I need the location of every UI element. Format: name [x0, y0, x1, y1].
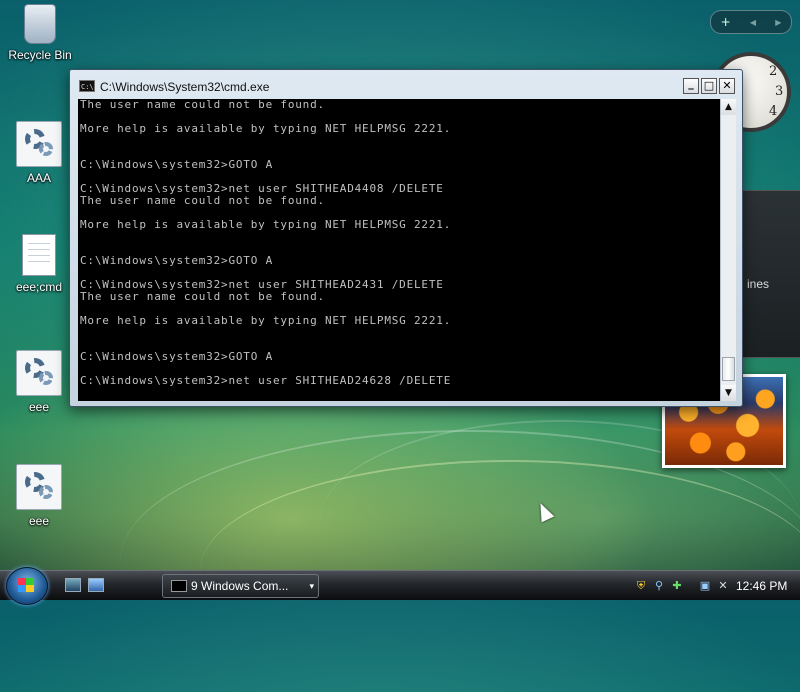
window-titlebar[interactable]: C:\ C:\Windows\System32\cmd.exe _ □ ✕: [70, 70, 742, 98]
desktop-icon-eee-cmd[interactable]: eee;cmd: [4, 234, 74, 294]
console-line: C:\Windows\system32>net user SHITHEAD246…: [80, 374, 452, 387]
feed-label: ines: [747, 277, 770, 291]
previous-page-icon[interactable]: ◀: [750, 18, 756, 27]
feed-headlines-gadget[interactable]: ines: [742, 190, 800, 358]
console-line: More help is available by typing NET HEL…: [80, 218, 452, 231]
next-page-icon[interactable]: ▶: [775, 18, 781, 27]
clock-number: 3: [775, 84, 784, 99]
gear-file-icon: [16, 350, 62, 396]
taskbar-clock[interactable]: 12:46 PM: [736, 579, 787, 593]
window-title: C:\Windows\System32\cmd.exe: [100, 80, 270, 94]
clock-number: 2: [769, 64, 778, 79]
switch-windows-icon[interactable]: [88, 578, 104, 592]
chevron-down-icon: ▾: [309, 581, 314, 591]
sidebar-controls: + ◀ ▶: [710, 10, 792, 34]
console-line: C:\Windows\system32>GOTO A: [80, 158, 273, 171]
desktop-icon-aaa[interactable]: AAA: [4, 121, 74, 185]
desktop-icon-label: eee;cmd: [15, 280, 63, 294]
security-shield-icon[interactable]: ⛨: [634, 579, 648, 593]
volume-muted-icon[interactable]: ✕: [716, 579, 730, 593]
taskbar: 9 Windows Com... ▾ ⛨ ⚲ ✚ ▣ ✕ 12:46 PM: [0, 567, 800, 605]
network-icon[interactable]: ⚲: [652, 579, 666, 593]
show-desktop-icon[interactable]: [65, 578, 81, 592]
taskbar-group-windows-command[interactable]: 9 Windows Com... ▾: [162, 574, 319, 598]
gear-file-icon: [16, 121, 62, 167]
desktop-icon-label: AAA: [26, 171, 51, 185]
desktop-icon-eee[interactable]: eee: [4, 464, 74, 528]
maximize-button[interactable]: □: [701, 78, 717, 94]
scroll-down-button[interactable]: ▼: [721, 385, 736, 401]
add-gadget-icon[interactable]: +: [721, 15, 731, 29]
network-connection-icon[interactable]: ▣: [698, 579, 712, 593]
console-line: More help is available by typing NET HEL…: [80, 122, 452, 135]
recycle-bin-icon: [24, 4, 56, 44]
desktop-icon-label: eee: [28, 400, 50, 414]
console-line: C:\Windows\system32>GOTO A: [80, 254, 273, 267]
console-line: More help is available by typing NET HEL…: [80, 314, 452, 327]
cmd-icon: C:\: [79, 80, 95, 92]
console-line: C:\Windows\system32>GOTO A: [80, 350, 273, 363]
console-output[interactable]: The user name could not be found. More he…: [78, 99, 720, 401]
minimize-button[interactable]: _: [683, 78, 699, 94]
windows-update-icon[interactable]: ✚: [670, 579, 684, 593]
taskbar-button-label: 9 Windows Com...: [191, 579, 289, 593]
desktop-icon-label: Recycle Bin: [8, 48, 72, 62]
desktop-icon-recycle-bin[interactable]: Recycle Bin: [5, 4, 75, 62]
scroll-thumb[interactable]: [722, 357, 735, 381]
scroll-up-button[interactable]: ▲: [721, 99, 736, 115]
console-line: The user name could not be found.: [80, 194, 325, 207]
console-line: The user name could not be found.: [80, 99, 325, 111]
desktop-icon-label: eee: [28, 514, 50, 528]
desktop-icon-eee[interactable]: eee: [4, 350, 74, 414]
text-file-icon: [22, 234, 56, 276]
vertical-scrollbar[interactable]: ▲ ▼: [720, 99, 736, 401]
cmd-window[interactable]: C:\ C:\Windows\System32\cmd.exe _ □ ✕ Th…: [69, 69, 743, 407]
close-button[interactable]: ✕: [719, 78, 735, 94]
cmd-icon: [171, 580, 187, 592]
windows-logo-icon: [18, 578, 34, 592]
gear-file-icon: [16, 464, 62, 510]
console-line: The user name could not be found.: [80, 290, 325, 303]
clock-number: 4: [769, 104, 778, 119]
start-button[interactable]: [6, 567, 48, 605]
